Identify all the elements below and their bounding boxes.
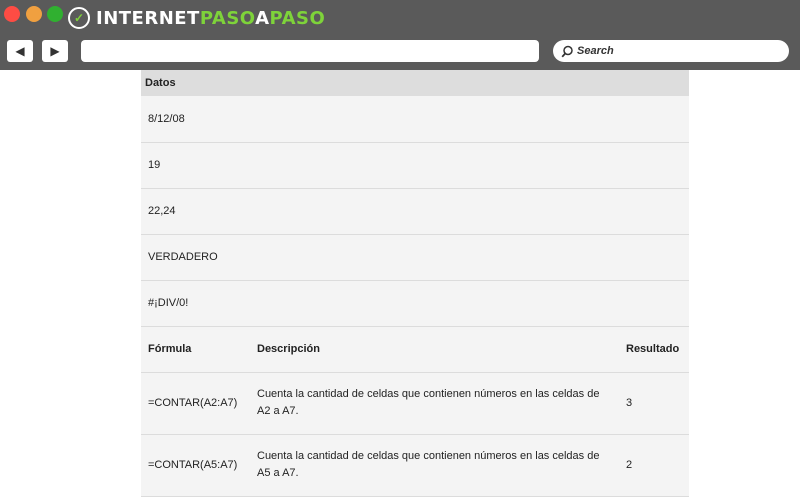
table-row: =CONTAR(A5:A7) Cuenta la cantidad de cel… bbox=[141, 434, 689, 496]
description-column-header: Descripción bbox=[257, 343, 320, 355]
logo-text: INTERNETPASOAPASO bbox=[96, 7, 326, 29]
forward-arrow-icon: ▶ bbox=[50, 44, 60, 58]
logo-icon: ✓ bbox=[68, 7, 90, 29]
search-input[interactable]: Search bbox=[553, 40, 789, 62]
search-icon bbox=[561, 45, 573, 57]
back-button[interactable]: ◀ bbox=[7, 40, 33, 62]
data-cell: #¡DIV/0! bbox=[148, 297, 189, 309]
contar-function-table: Datos 8/12/08 19 22,24 VERDADERO #¡DIV/0… bbox=[141, 70, 689, 497]
data-cell: 8/12/08 bbox=[148, 112, 185, 125]
data-header-row: Datos bbox=[141, 70, 689, 96]
table-row: 8/12/08 bbox=[141, 96, 689, 142]
back-arrow-icon: ◀ bbox=[15, 44, 25, 58]
formula-column-header: Fórmula bbox=[148, 343, 192, 355]
table-row: 22,24 bbox=[141, 188, 689, 234]
page-content: Datos 8/12/08 19 22,24 VERDADERO #¡DIV/0… bbox=[141, 70, 689, 497]
result-cell: 3 bbox=[626, 396, 633, 409]
table-row: #¡DIV/0! bbox=[141, 280, 689, 326]
description-cell: Cuenta la cantidad de celdas que contien… bbox=[257, 450, 600, 479]
close-window-button[interactable] bbox=[4, 6, 20, 22]
table-row: 19 bbox=[141, 142, 689, 188]
data-cell: VERDADERO bbox=[148, 251, 218, 263]
formula-cell: =CONTAR(A2:A7) bbox=[148, 396, 238, 409]
table-row: =CONTAR(A2:A7) Cuenta la cantidad de cel… bbox=[141, 372, 689, 434]
site-logo: ✓ INTERNETPASOAPASO bbox=[68, 6, 325, 30]
window-titlebar: ✓ INTERNETPASOAPASO bbox=[0, 0, 800, 35]
url-input[interactable] bbox=[81, 40, 539, 62]
formula-header-row: Fórmula Descripción Resultado bbox=[141, 326, 689, 372]
browser-toolbar: ◀ ▶ Search bbox=[0, 35, 800, 70]
result-column-header: Resultado bbox=[626, 343, 680, 355]
formula-cell: =CONTAR(A5:A7) bbox=[148, 458, 238, 471]
result-cell: 2 bbox=[626, 458, 633, 471]
maximize-window-button[interactable] bbox=[47, 6, 63, 22]
data-column-header: Datos bbox=[145, 77, 176, 89]
forward-button[interactable]: ▶ bbox=[42, 40, 68, 62]
minimize-window-button[interactable] bbox=[26, 6, 42, 22]
table-row: VERDADERO bbox=[141, 234, 689, 280]
search-placeholder: Search bbox=[577, 45, 614, 57]
description-cell: Cuenta la cantidad de celdas que contien… bbox=[257, 388, 600, 417]
data-cell: 19 bbox=[148, 159, 161, 171]
data-cell: 22,24 bbox=[148, 205, 176, 217]
